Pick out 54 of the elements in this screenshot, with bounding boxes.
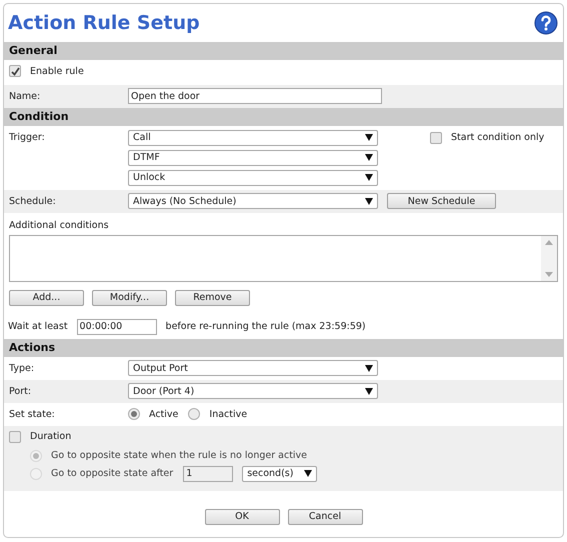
caret-icon — [365, 174, 373, 181]
checkbox[interactable] — [430, 132, 442, 144]
page-title: Action Rule Setup — [8, 12, 200, 34]
section-heading: Actions — [4, 338, 563, 356]
wait-time-field[interactable]: 00:00:00 — [76, 318, 157, 334]
checkbox-label: Start condition only — [451, 132, 544, 143]
scrollbar[interactable] — [541, 236, 557, 280]
radio-label: Go to opposite state after — [51, 468, 174, 479]
conditions-list[interactable] — [9, 234, 558, 282]
dropdown[interactable]: Unlock — [128, 170, 378, 186]
help-icon[interactable] — [534, 11, 558, 35]
dropdown[interactable]: DTMF — [128, 150, 378, 166]
field-label: Trigger: — [9, 130, 46, 142]
radio-label: Active — [149, 408, 178, 420]
dropdown[interactable]: second(s) — [242, 466, 318, 482]
name-field[interactable]: Open the door — [128, 88, 382, 104]
field-label: Additional conditions — [9, 220, 109, 230]
list-action-button[interactable]: Modify... — [92, 290, 167, 306]
field-label: Name: — [9, 90, 42, 102]
dropdown[interactable]: Door (Port 4) — [128, 383, 378, 399]
caret-icon — [365, 388, 373, 394]
list-action-button[interactable]: Add... — [9, 290, 84, 306]
section-heading: Condition — [4, 108, 563, 126]
scroll-up-icon[interactable] — [545, 240, 553, 244]
scroll-down-icon[interactable] — [545, 272, 553, 276]
checkbox-label: Enable rule — [30, 66, 84, 76]
caret-icon — [365, 154, 373, 161]
radio-label: Go to opposite state when the rule is no longer active — [51, 450, 308, 461]
caret-icon — [365, 198, 373, 204]
caret-icon — [365, 364, 373, 372]
caret-icon — [304, 470, 312, 477]
field-hint: before re-running the rule (max 23:59:59) — [166, 321, 366, 332]
cancel-button[interactable]: Cancel — [288, 508, 362, 524]
list-action-button[interactable]: Remove — [175, 290, 250, 306]
ok-button[interactable]: OK — [204, 508, 280, 524]
field-label: Port: — [9, 386, 32, 396]
checkbox[interactable] — [9, 430, 21, 442]
section-heading: General — [4, 42, 563, 60]
checkmark-icon — [10, 66, 20, 76]
dropdown[interactable]: Call — [128, 130, 378, 146]
caret-icon — [365, 134, 373, 141]
field-label: Wait at least — [8, 321, 68, 332]
field-label: Schedule: — [9, 196, 57, 206]
checkbox-label: Duration — [30, 431, 72, 442]
duration-field[interactable]: 1 — [183, 466, 234, 482]
new-schedule-button[interactable]: New Schedule — [387, 193, 496, 209]
dropdown[interactable]: Always (No Schedule) — [128, 193, 378, 209]
radio-button[interactable] — [128, 408, 140, 420]
dropdown[interactable]: Output Port — [128, 360, 378, 376]
field-label: Type: — [9, 362, 36, 374]
field-label: Set state: — [9, 408, 56, 420]
radio-button[interactable] — [188, 408, 200, 420]
radio-label: Inactive — [209, 408, 248, 420]
checkbox[interactable] — [9, 65, 21, 77]
